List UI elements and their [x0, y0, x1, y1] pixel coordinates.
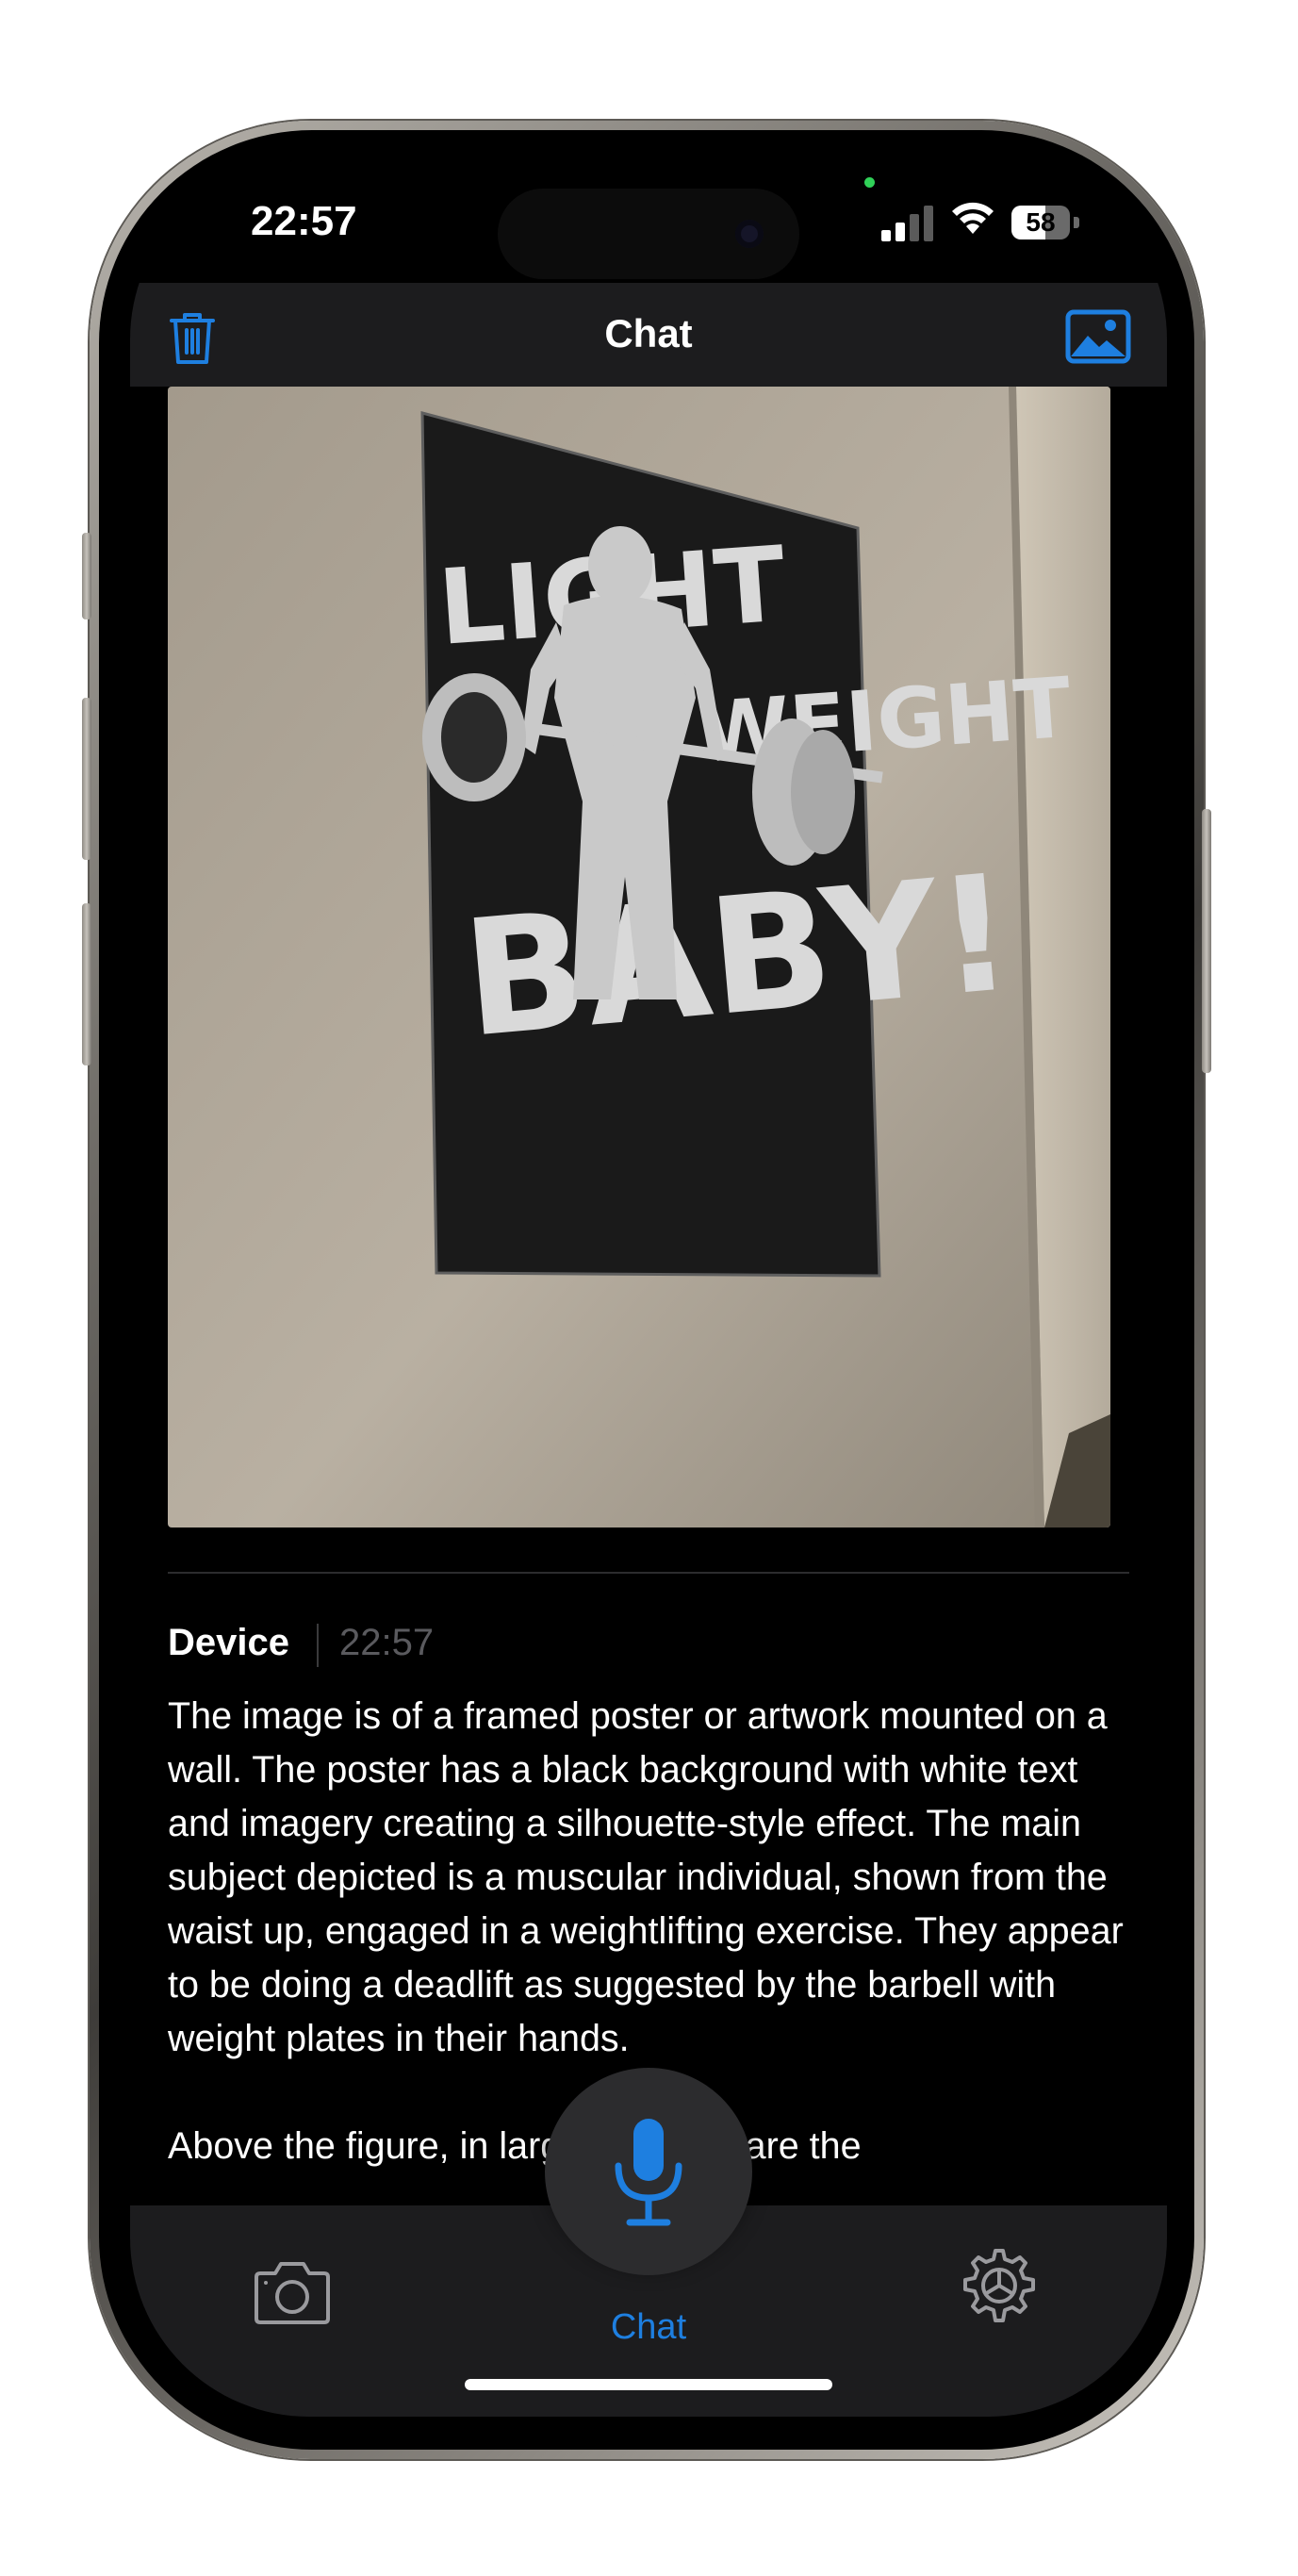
navigation-bar: Chat [130, 283, 1167, 387]
divider [168, 1572, 1129, 1574]
message-time: 22:57 [339, 1622, 435, 1663]
microphone-icon [615, 2119, 682, 2226]
action-button [82, 533, 91, 619]
volume-up-button [82, 698, 91, 860]
settings-gear-icon[interactable] [960, 2247, 1039, 2326]
battery-tip [1074, 217, 1079, 228]
microphone-button[interactable] [545, 2068, 752, 2275]
power-button [1202, 809, 1211, 1073]
photo-icon[interactable] [1065, 309, 1131, 364]
sender-separator [317, 1624, 319, 1667]
status-time: 22:57 [251, 198, 357, 244]
attached-photo[interactable]: LIGHT WEIGHT BABY! [168, 387, 1110, 1527]
dynamic-island [498, 189, 799, 279]
home-indicator [465, 2379, 832, 2390]
page-title: Chat [604, 311, 693, 355]
wifi-icon [952, 202, 994, 234]
battery-icon: 58 [1011, 206, 1079, 239]
battery-percentage: 58 [1026, 207, 1056, 237]
camera-indicator-dot [864, 177, 875, 188]
volume-down-button [82, 903, 91, 1065]
phone-screen: 22:57 58 Chat WEIGHT BABY! Device 22:57 … [130, 160, 1167, 2417]
cellular-signal-icon [881, 206, 933, 241]
message-sender: Device [168, 1622, 289, 1663]
front-camera [735, 220, 764, 248]
battery-body: 58 [1011, 206, 1070, 239]
